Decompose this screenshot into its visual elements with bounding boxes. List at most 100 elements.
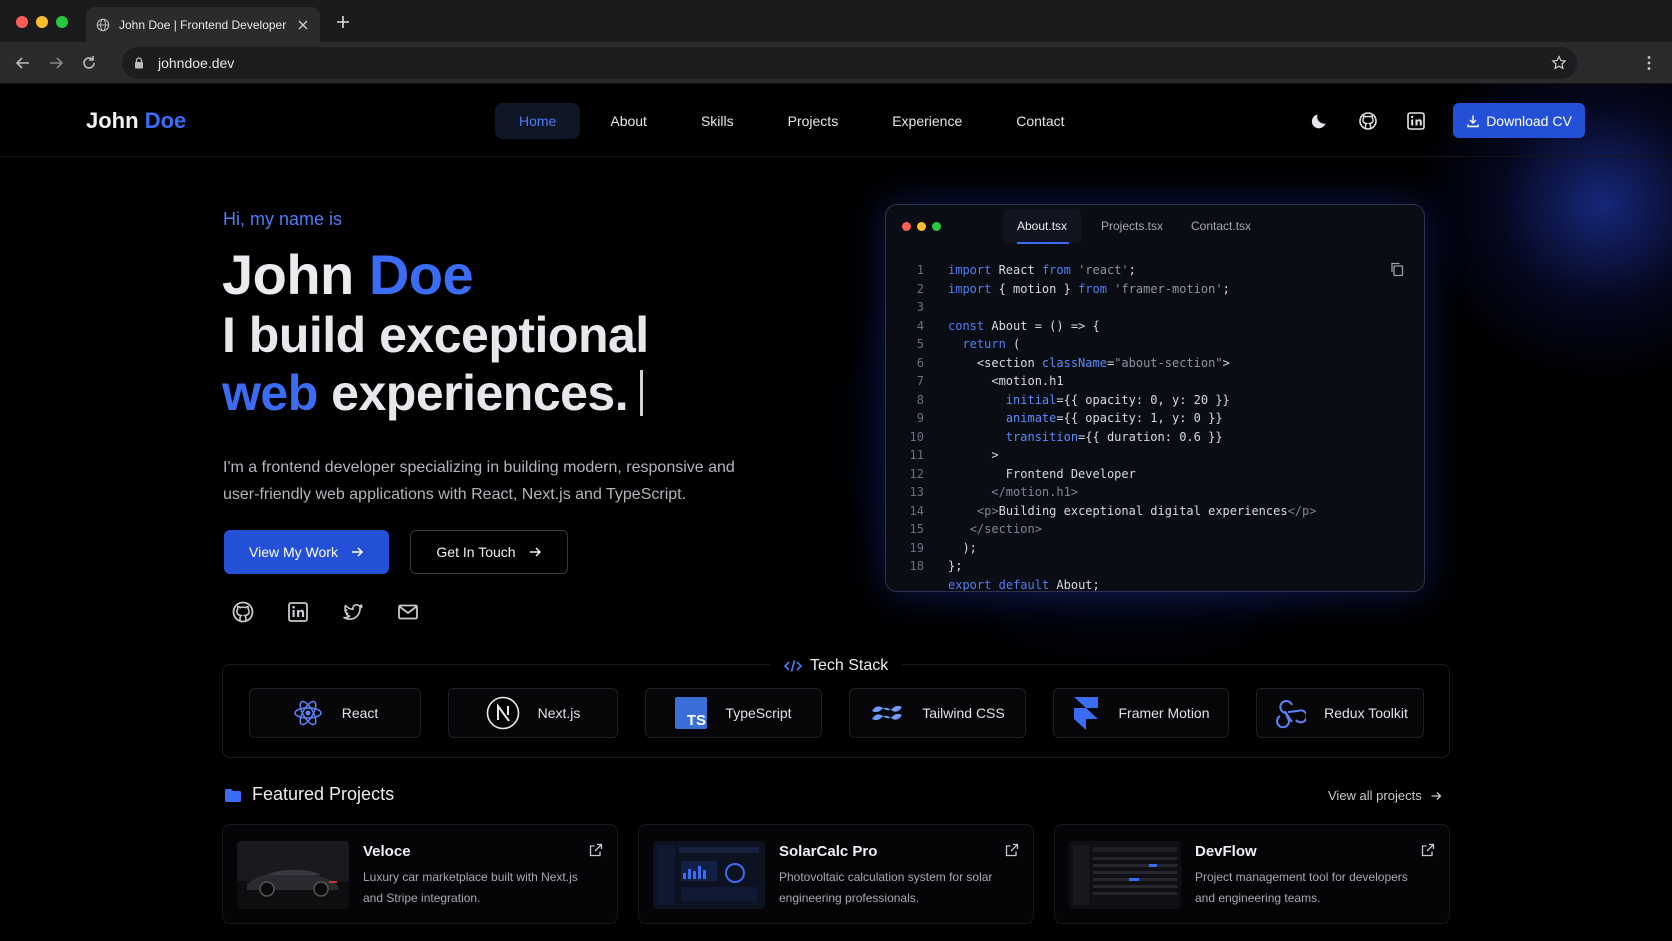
view-my-work-label: View My Work [249,544,338,560]
tech-tailwind-label: Tailwind CSS [922,705,1005,721]
view-all-projects-label: View all projects [1328,788,1422,803]
tech-react: React [249,688,421,738]
linkedin-icon[interactable] [1406,111,1426,131]
code-line: 4 const About = () => { [886,317,1424,336]
logo-first: John [86,108,139,133]
external-link-icon[interactable] [1005,843,1019,857]
code-text: > [948,448,999,463]
portfolio-page: John Doe Home About Skills Projects Expe… [0,84,1672,941]
back-arrow-icon[interactable] [14,54,32,72]
download-cv-button[interactable]: Download CV [1453,103,1585,138]
github-icon[interactable] [1358,111,1378,131]
line-number: 1 [916,263,924,278]
arrow-right-icon [1431,791,1442,800]
browser-tab[interactable]: John Doe | Frontend Developer [86,7,320,42]
code-line: 19 ); [886,539,1424,558]
framer-icon [1074,697,1099,730]
tech-tailwind: Tailwind CSS [849,688,1026,738]
line-number: 2 [916,281,924,296]
linkedin-social-icon[interactable] [286,600,310,624]
get-in-touch-button[interactable]: Get In Touch [410,530,568,574]
view-all-projects-link[interactable]: View all projects [1328,788,1442,803]
line-number: 3 [916,300,924,315]
nav-contact[interactable]: Contact [992,103,1088,139]
code-line: 1 import React from 'react'; [886,261,1424,280]
nav-projects[interactable]: Projects [764,103,863,139]
tech-typescript: TS TypeScript [645,688,822,738]
project-card-solarcalc-pro[interactable]: SolarCalc Pro Photovoltaic calculation s… [638,824,1034,924]
line-number: 11 [909,448,924,463]
hero-name-last: Doe [368,243,474,306]
project-name: DevFlow [1195,843,1257,860]
hero-headline-line2: web experiences. [222,364,644,422]
view-my-work-button[interactable]: View My Work [224,530,389,574]
more-menu-icon[interactable] [1640,54,1658,72]
minimize-window-button[interactable] [36,16,48,28]
nav-experience[interactable]: Experience [868,103,986,139]
nav-home[interactable]: Home [495,103,581,139]
maximize-window-button[interactable] [56,16,68,28]
line-number: 4 [916,318,924,333]
project-name: SolarCalc Pro [779,843,878,860]
url-text: johndoe.dev [158,55,235,71]
nav-about[interactable]: About [586,103,671,139]
code-brackets-icon [784,660,802,672]
code-text: import React from 'react'; [948,263,1136,278]
site-logo[interactable]: John Doe [86,108,186,134]
arrow-right-icon [529,547,541,557]
project-thumbnail [653,841,765,909]
external-link-icon[interactable] [589,843,603,857]
line-number: 7 [916,374,924,389]
reload-icon[interactable] [80,54,98,72]
hero-name-first: John [222,243,354,306]
code-text: export default About; [948,577,1100,592]
tech-typescript-label: TypeScript [725,705,792,721]
github-social-icon[interactable] [231,600,255,624]
tech-stack-title: Tech Stack [770,654,903,678]
code-text: import { motion } from 'framer-motion'; [948,281,1230,296]
close-window-button[interactable] [16,16,28,28]
address-bar[interactable]: johndoe.dev [122,47,1577,79]
line-number: 5 [916,337,924,352]
tech-framer-motion-label: Framer Motion [1118,705,1210,721]
code-text: return ( [962,337,1021,352]
bookmark-star-icon[interactable] [1551,55,1567,71]
line-number: 10 [909,429,924,444]
logo-last: Doe [144,108,187,133]
editor-tab-about[interactable]: About.tsx [1003,209,1082,243]
twitter-social-icon[interactable] [341,600,365,624]
code-line: 6 <section className="about-section"> [886,354,1424,373]
site-navbar: John Doe Home About Skills Projects Expe… [0,84,1672,157]
nav-skills[interactable]: Skills [677,103,758,139]
new-tab-icon[interactable] [334,13,352,31]
project-card-veloce[interactable]: Veloce Luxury car marketplace built with… [222,824,618,924]
typescript-icon: TS [675,697,708,729]
get-in-touch-label: Get In Touch [436,544,516,560]
moon-icon[interactable] [1310,111,1330,131]
external-link-icon[interactable] [1421,843,1435,857]
tech-redux-toolkit-label: Redux Toolkit [1324,705,1408,721]
forward-arrow-icon[interactable] [47,54,65,72]
editor-tab-projects[interactable]: Projects.tsx [1087,209,1177,243]
code-text: </motion.h1> [991,485,1079,500]
project-card-devflow[interactable]: DevFlow Project management tool for deve… [1054,824,1450,924]
mail-icon[interactable] [396,600,420,624]
download-cv-label: Download CV [1486,112,1572,129]
tab-close-icon[interactable] [296,18,310,32]
code-block: 1 import React from 'react'; 2 import { mot… [886,261,1424,592]
download-icon [1467,115,1479,127]
code-text: const About = () => { [948,318,1100,333]
react-icon [293,700,322,726]
code-line: 13 </motion.h1> [886,483,1424,502]
tech-react-label: React [341,705,379,721]
editor-tab-contact[interactable]: Contact.tsx [1177,209,1265,243]
active-tab-indicator [1017,242,1069,244]
code-text: </section> [969,522,1042,537]
lock-icon [135,57,143,69]
arrow-right-icon [351,547,364,557]
tech-nextjs-label: Next.js [537,705,581,721]
hero-name: John Doe [222,242,474,307]
code-text: initial={{ opacity: 0, y: 20 }} [1005,392,1230,407]
line-number: 9 [916,411,924,426]
hero-headline-line1: I build exceptional [222,307,649,363]
